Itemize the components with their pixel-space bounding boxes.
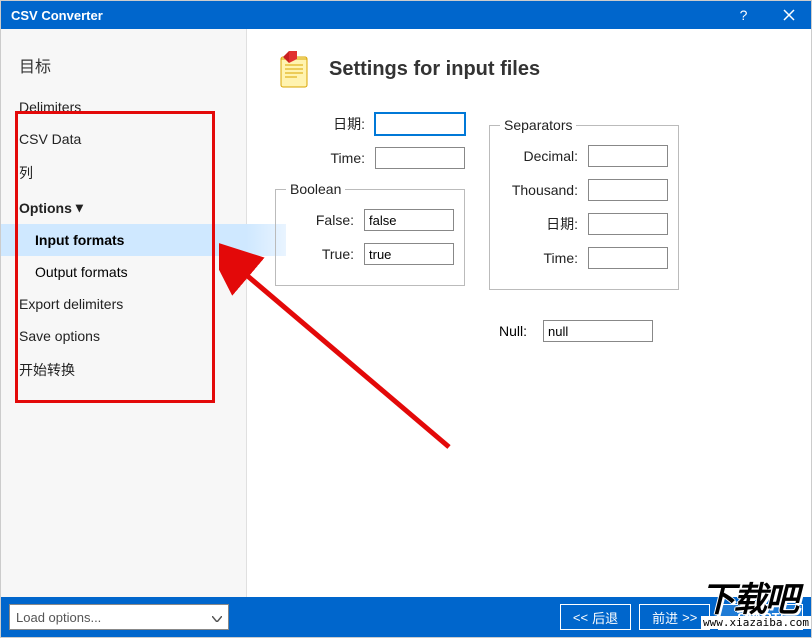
time-input[interactable] xyxy=(375,147,465,169)
page-title: Settings for input files xyxy=(329,58,540,81)
sidebar-item-input-formats[interactable]: Input formats xyxy=(1,224,246,256)
separators-group: Separators Decimal: Thousand: 日期: Ti xyxy=(489,117,679,290)
sidebar-item-options[interactable]: Options ▾ xyxy=(1,191,246,224)
sidebar-header: 目标 xyxy=(1,47,246,91)
titlebar: CSV Converter ? xyxy=(1,1,811,29)
caret-down-icon: ▾ xyxy=(76,199,83,216)
help-button[interactable]: ? xyxy=(721,1,766,29)
sidebar-item-output-formats[interactable]: Output formats xyxy=(1,256,246,288)
load-options-label: Load options... xyxy=(16,610,101,625)
window-controls: ? xyxy=(721,1,811,29)
settings-page-icon xyxy=(275,49,315,89)
bottombar: Load options... << 后退 前进 >> START! xyxy=(1,597,811,637)
true-input[interactable] xyxy=(364,243,454,265)
forward-label: 前进 xyxy=(652,608,678,627)
back-button[interactable]: << 后退 xyxy=(560,604,631,630)
null-input[interactable] xyxy=(543,320,653,342)
load-options-dropdown[interactable]: Load options... xyxy=(9,604,229,630)
sep-date-label: 日期: xyxy=(508,214,578,234)
null-label: Null: xyxy=(499,323,527,339)
app-title: CSV Converter xyxy=(11,8,103,23)
sidebar-item-export-delimiters[interactable]: Export delimiters xyxy=(1,288,246,320)
date-input[interactable] xyxy=(375,113,465,135)
chevron-right-icon: >> xyxy=(682,610,697,625)
sidebar-item-columns[interactable]: 列 xyxy=(1,155,246,191)
chevron-down-icon xyxy=(212,610,222,625)
separators-legend: Separators xyxy=(500,117,576,133)
sidebar-item-csvdata[interactable]: CSV Data xyxy=(1,123,246,155)
decimal-input[interactable] xyxy=(588,145,668,167)
forward-button[interactable]: 前进 >> xyxy=(639,604,710,630)
sep-date-input[interactable] xyxy=(588,213,668,235)
sidebar-item-options-label: Options xyxy=(19,200,72,216)
sidebar-item-start[interactable]: 开始转换 xyxy=(1,352,246,388)
date-label: 日期: xyxy=(305,114,365,134)
sep-time-label: Time: xyxy=(508,250,578,266)
back-label: 后退 xyxy=(592,608,618,627)
thousand-label: Thousand: xyxy=(508,182,578,198)
close-button[interactable] xyxy=(766,1,811,29)
start-button[interactable]: START! xyxy=(718,604,803,630)
time-label: Time: xyxy=(305,150,365,166)
sep-time-input[interactable] xyxy=(588,247,668,269)
false-input[interactable] xyxy=(364,209,454,231)
boolean-legend: Boolean xyxy=(286,181,345,197)
true-label: True: xyxy=(294,246,354,262)
sidebar-item-save-options[interactable]: Save options xyxy=(1,320,246,352)
decimal-label: Decimal: xyxy=(508,148,578,164)
main-panel: Settings for input files 日期: Time: Boole… xyxy=(247,29,811,597)
thousand-input[interactable] xyxy=(588,179,668,201)
chevron-left-icon: << xyxy=(573,610,588,625)
sidebar: 目标 Delimiters CSV Data 列 Options ▾ Input… xyxy=(1,29,247,597)
sidebar-item-delimiters[interactable]: Delimiters xyxy=(1,91,246,123)
boolean-group: Boolean False: True: xyxy=(275,181,465,286)
false-label: False: xyxy=(294,212,354,228)
